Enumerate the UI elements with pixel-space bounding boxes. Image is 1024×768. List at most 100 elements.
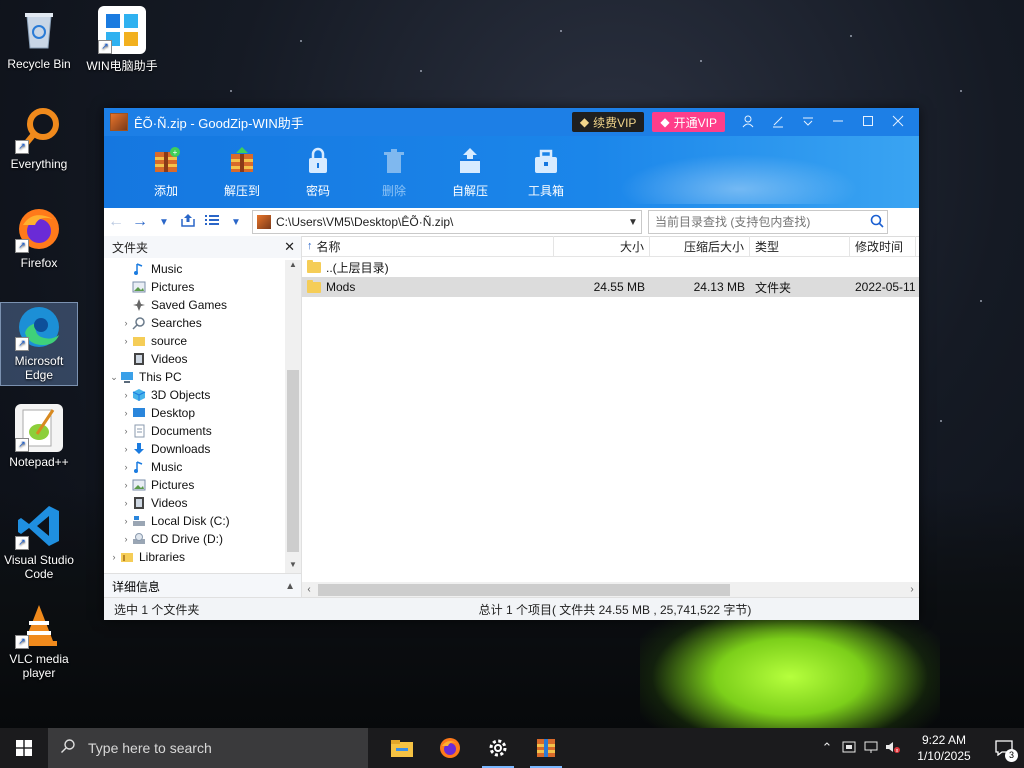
menu-dropdown-icon[interactable] xyxy=(793,114,823,131)
details-panel-toggle[interactable]: 详细信息 ▲ xyxy=(104,573,301,598)
scrollbar-thumb[interactable] xyxy=(318,584,730,596)
chevron-up-icon[interactable]: ⌃ xyxy=(816,740,838,756)
up-folder-icon[interactable] xyxy=(176,213,200,232)
tree-item-music[interactable]: Music xyxy=(104,260,285,278)
desktop-icon-everything[interactable]: ↗ Everything xyxy=(1,106,77,171)
file-list-horizontal-scrollbar[interactable]: ‹ › xyxy=(302,582,919,598)
column-name-header[interactable]: ↑ 名称 xyxy=(302,236,554,256)
taskbar-settings[interactable] xyxy=(474,728,522,768)
chevron-right-icon[interactable]: › xyxy=(120,336,132,346)
chevron-right-icon[interactable]: › xyxy=(108,552,120,562)
back-arrow-icon[interactable]: ← xyxy=(104,213,128,231)
notification-center-button[interactable]: 3 xyxy=(984,728,1024,768)
shortcut-arrow-icon: ↗ xyxy=(15,239,29,253)
column-type-header[interactable]: 类型 xyxy=(750,236,850,256)
firefox-icon: ↗ xyxy=(15,205,63,253)
taskbar-file-explorer[interactable] xyxy=(378,728,426,768)
chevron-right-icon[interactable]: › xyxy=(120,516,132,526)
delete-button[interactable]: 删除 xyxy=(356,136,432,199)
column-label: 类型 xyxy=(755,239,780,254)
close-icon[interactable] xyxy=(883,114,913,131)
tray-app-icon[interactable] xyxy=(838,740,860,757)
tree-item-saved-games[interactable]: Saved Games xyxy=(104,296,285,314)
tree-item-videos[interactable]: Videos xyxy=(104,350,285,368)
password-button[interactable]: 密码 xyxy=(280,136,356,199)
skin-edit-icon[interactable] xyxy=(763,114,793,131)
path-field[interactable]: C:\Users\VM5\Desktop\ÊÕ·Ñ.zip\ ▼ xyxy=(252,210,642,234)
tree-item-downloads[interactable]: › Downloads xyxy=(104,440,285,458)
column-size-header[interactable]: 大小 xyxy=(554,236,650,256)
start-button[interactable] xyxy=(0,728,48,768)
tree-item-this-pc[interactable]: ⌄ This PC xyxy=(104,368,285,386)
search-input[interactable] xyxy=(649,214,867,230)
desktop-icon-vlc[interactable]: ↗ VLC media player xyxy=(1,601,77,680)
network-icon[interactable] xyxy=(860,740,882,757)
desktop-icon-recycle-bin[interactable]: Recycle Bin xyxy=(1,6,77,71)
scroll-right-icon[interactable]: › xyxy=(905,582,919,598)
window-titlebar[interactable]: ÊÕ·Ñ.zip - GoodZip-WIN助手 ◆ 续费VIP ◆ 开通VIP xyxy=(104,108,919,136)
tree-item-desktop[interactable]: › Desktop xyxy=(104,404,285,422)
desktop-icon-vscode[interactable]: ↗ Visual Studio Code xyxy=(1,502,77,581)
cell-modified xyxy=(850,257,916,277)
chevron-right-icon[interactable]: › xyxy=(120,318,132,328)
toolbox-button[interactable]: 工具箱 xyxy=(508,136,584,199)
chevron-down-icon[interactable]: ▼ xyxy=(625,217,641,228)
scrollbar-thumb[interactable] xyxy=(287,370,299,552)
open-vip-button[interactable]: ◆ 开通VIP xyxy=(652,112,725,132)
chevron-right-icon[interactable]: › xyxy=(120,444,132,454)
chevron-up-icon[interactable]: ▲ xyxy=(285,581,295,592)
view-list-icon[interactable] xyxy=(200,213,224,232)
column-modified-header[interactable]: 修改时间 xyxy=(850,236,916,256)
renew-vip-button[interactable]: ◆ 续费VIP xyxy=(571,112,645,132)
chevron-right-icon[interactable]: › xyxy=(120,408,132,418)
taskbar-firefox[interactable] xyxy=(426,728,474,768)
taskbar-search-box[interactable]: Type here to search xyxy=(48,728,368,768)
clock[interactable]: 9:22 AM 1/10/2025 xyxy=(904,732,984,764)
taskbar-goodzip[interactable] xyxy=(522,728,570,768)
tree-item-documents[interactable]: › Documents xyxy=(104,422,285,440)
scroll-up-icon[interactable]: ▲ xyxy=(285,260,301,274)
tree-item-searches[interactable]: › Searches xyxy=(104,314,285,332)
history-dropdown-icon[interactable]: ▼ xyxy=(152,217,176,228)
table-row-mods[interactable]: Mods 24.55 MB 24.13 MB 文件夹 2022-05-11 xyxy=(302,277,919,297)
chevron-down-icon[interactable]: ⌄ xyxy=(108,372,120,383)
view-dropdown-icon[interactable]: ▼ xyxy=(224,217,248,228)
chevron-right-icon[interactable]: › xyxy=(120,462,132,472)
chevron-right-icon[interactable]: › xyxy=(120,534,132,544)
tree-item-videos-pc[interactable]: › Videos xyxy=(104,494,285,512)
tree-item-pictures[interactable]: Pictures xyxy=(104,278,285,296)
add-button[interactable]: + 添加 xyxy=(128,136,204,199)
tree-item-source[interactable]: › source xyxy=(104,332,285,350)
forward-arrow-icon[interactable]: → xyxy=(128,213,152,231)
chevron-right-icon[interactable]: › xyxy=(120,426,132,436)
local-disk-icon xyxy=(132,514,146,528)
tree-item-cd-drive[interactable]: › CD Drive (D:) xyxy=(104,530,285,548)
goodzip-icon xyxy=(537,739,555,757)
table-row-parent-dir[interactable]: ..(上层目录) xyxy=(302,257,919,277)
folder-pane-scrollbar[interactable]: ▲ ▼ xyxy=(285,260,301,574)
desktop-icon-edge[interactable]: ↗ Microsoft Edge xyxy=(0,302,78,386)
search-icon[interactable] xyxy=(867,214,887,231)
desktop-icon-win-assistant[interactable]: ↗ WIN电脑助手 xyxy=(84,6,160,74)
chevron-right-icon[interactable]: › xyxy=(120,480,132,490)
scroll-down-icon[interactable]: ▼ xyxy=(285,560,301,574)
extract-to-button[interactable]: 解压到 xyxy=(204,136,280,199)
tree-item-local-disk[interactable]: › Local Disk (C:) xyxy=(104,512,285,530)
volume-muted-icon[interactable]: x xyxy=(882,740,904,757)
chevron-right-icon[interactable]: › xyxy=(120,498,132,508)
tree-item-3d-objects[interactable]: › 3D Objects xyxy=(104,386,285,404)
maximize-icon[interactable] xyxy=(853,114,883,131)
scroll-left-icon[interactable]: ‹ xyxy=(302,582,316,598)
search-field[interactable] xyxy=(648,210,888,234)
minimize-icon[interactable] xyxy=(823,114,853,131)
tree-item-pictures-pc[interactable]: › Pictures xyxy=(104,476,285,494)
self-extract-button[interactable]: 自解压 xyxy=(432,136,508,199)
column-compressed-header[interactable]: 压缩后大小 xyxy=(650,236,750,256)
tree-item-libraries[interactable]: › Libraries xyxy=(104,548,285,566)
desktop-icon-notepadpp[interactable]: ↗ Notepad++ xyxy=(1,404,77,469)
user-icon[interactable] xyxy=(733,114,763,131)
close-pane-icon[interactable]: ✕ xyxy=(284,239,295,255)
chevron-right-icon[interactable]: › xyxy=(120,390,132,400)
tree-item-music-pc[interactable]: › Music xyxy=(104,458,285,476)
desktop-icon-firefox[interactable]: ↗ Firefox xyxy=(1,205,77,270)
